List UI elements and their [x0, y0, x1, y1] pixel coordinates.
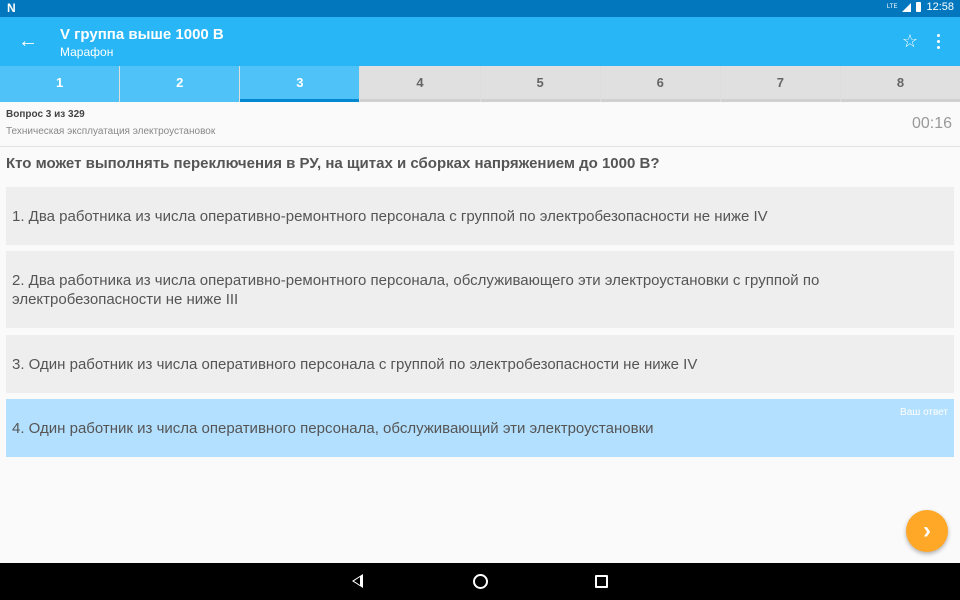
nav-home-icon[interactable] — [473, 574, 488, 589]
notification-n-icon: N — [7, 1, 16, 15]
status-time: 12:58 — [926, 1, 954, 13]
question-text: Кто может выполнять переключения в РУ, н… — [6, 155, 660, 172]
signal-icon — [902, 2, 912, 12]
tab-question-1[interactable]: 1 — [0, 66, 120, 102]
status-bar: N LTE 12:58 — [0, 0, 960, 17]
nav-recents-icon[interactable] — [595, 575, 608, 588]
tab-question-8[interactable]: 8 — [840, 66, 960, 102]
system-nav-bar — [0, 563, 960, 600]
answer-option-1[interactable]: 1. Два работника из числа оперативно-рем… — [6, 187, 954, 245]
tab-question-6[interactable]: 6 — [600, 66, 720, 102]
question-category: Техническая эксплуатация электроустаново… — [6, 126, 216, 137]
tab-question-2[interactable]: 2 — [120, 66, 240, 102]
question-number: Вопрос 3 из 329 — [6, 109, 85, 120]
chevron-right-icon: › — [923, 517, 931, 544]
tab-question-7[interactable]: 7 — [720, 66, 840, 102]
app-bar: ← V группа выше 1000 В Марафон ☆ — [0, 17, 960, 66]
timer: 00:16 — [911, 115, 952, 132]
nav-back-icon[interactable] — [352, 574, 363, 588]
more-vert-icon[interactable] — [930, 29, 946, 53]
tab-question-4[interactable]: 4 — [360, 66, 480, 102]
arrow-left-icon[interactable]: ← — [16, 29, 40, 53]
status-icons: LTE 12:58 — [887, 1, 954, 13]
answer-option-3[interactable]: 3. Один работник из числа оперативного п… — [6, 335, 954, 393]
answer-text: 4. Один работник из числа оперативного п… — [12, 419, 654, 437]
next-button[interactable]: › — [906, 510, 948, 552]
answer-option-4[interactable]: 4. Один работник из числа оперативного п… — [6, 399, 954, 457]
answer-text: 2. Два работника из числа оперативно-рем… — [12, 271, 820, 308]
answer-text: 3. Один работник из числа оперативного п… — [12, 355, 698, 373]
battery-icon — [916, 2, 922, 12]
tab-question-3[interactable]: 3 — [240, 66, 360, 102]
question-tabs: 1 2 3 4 5 6 7 8 — [0, 66, 960, 102]
app-subtitle: Марафон — [60, 45, 114, 59]
tab-question-5[interactable]: 5 — [480, 66, 600, 102]
lte-label: LTE — [886, 4, 898, 10]
app-title: V группа выше 1000 В — [60, 26, 224, 43]
answer-option-2[interactable]: 2. Два работника из числа оперативно-рем… — [6, 251, 954, 328]
answer-text: 1. Два работника из числа оперативно-рем… — [12, 207, 768, 225]
star-icon[interactable]: ☆ — [902, 29, 918, 53]
question-header: Вопрос 3 из 329 Техническая эксплуатация… — [0, 102, 960, 147]
your-answer-badge: Ваш ответ — [900, 407, 948, 418]
